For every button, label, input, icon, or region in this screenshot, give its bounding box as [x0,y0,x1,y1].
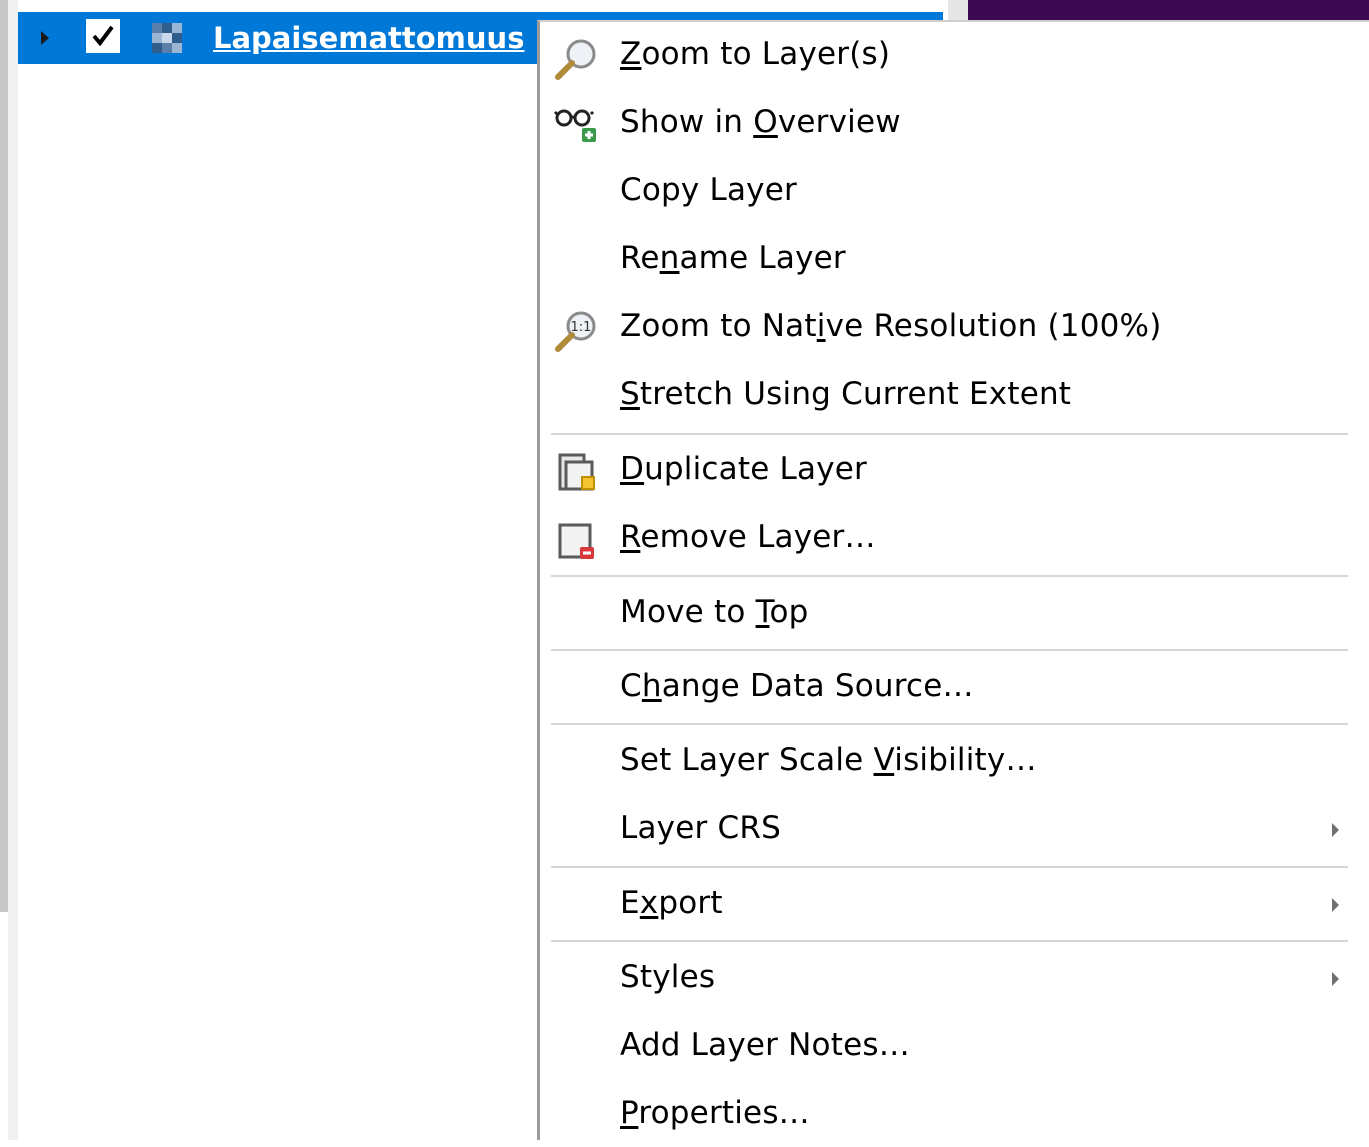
checkmark-icon [92,25,114,47]
map-canvas[interactable] [968,0,1369,20]
panel-border [0,0,8,912]
menu-item-set-scale-visibility[interactable]: Set Layer Scale Visibility… [540,730,1350,794]
menu-item-move-to-top[interactable]: Move to Top [540,582,1350,646]
menu-item-properties[interactable]: Properties… [540,1083,1350,1147]
submenu-arrow-icon [1332,823,1339,837]
menu-item-zoom-native-resolution[interactable]: 1:1 Zoom to Native Resolution (100%) [540,296,1350,360]
menu-item-zoom-to-layers[interactable]: Zoom to Layer(s) [540,24,1350,88]
menu-separator [551,649,1348,651]
menu-item-duplicate-layer[interactable]: Duplicate Layer [540,439,1350,503]
layer-name[interactable]: Lapaisemattomuus [213,21,524,55]
menu-separator [551,433,1348,435]
menu-separator [551,866,1348,868]
menu-item-change-data-source[interactable]: Change Data Source… [540,656,1350,720]
layer-context-menu: Zoom to Layer(s) Show in Overview Copy L… [537,20,1369,1140]
expand-arrow-icon[interactable] [40,30,50,46]
menu-separator [551,575,1348,577]
menu-separator [551,940,1348,942]
menu-item-add-layer-notes[interactable]: Add Layer Notes… [540,1015,1350,1079]
remove-layer-icon [558,523,594,559]
menu-item-remove-layer[interactable]: Remove Layer… [540,507,1350,571]
menu-item-rename-layer[interactable]: Rename Layer [540,228,1350,292]
menu-item-styles[interactable]: Styles [540,947,1350,1011]
zoom-native-icon: 1:1 [555,311,596,352]
raster-layer-icon [152,23,182,53]
duplicate-layer-icon [558,453,595,491]
layer-visibility-checkbox[interactable] [86,19,120,53]
menu-item-copy-layer[interactable]: Copy Layer [540,160,1350,224]
menu-item-show-in-overview[interactable]: Show in Overview [540,92,1350,156]
menu-item-stretch-current-extent[interactable]: Stretch Using Current Extent [540,364,1350,428]
overview-glasses-icon [554,109,596,142]
menu-item-layer-crs[interactable]: Layer CRS [540,798,1350,862]
splitter[interactable] [948,0,968,20]
menu-item-export[interactable]: Export [540,873,1350,937]
submenu-arrow-icon [1332,972,1339,986]
submenu-arrow-icon [1332,898,1339,912]
panel-gutter [8,0,18,1140]
zoom-layer-icon [555,39,596,80]
menu-separator [551,723,1348,725]
